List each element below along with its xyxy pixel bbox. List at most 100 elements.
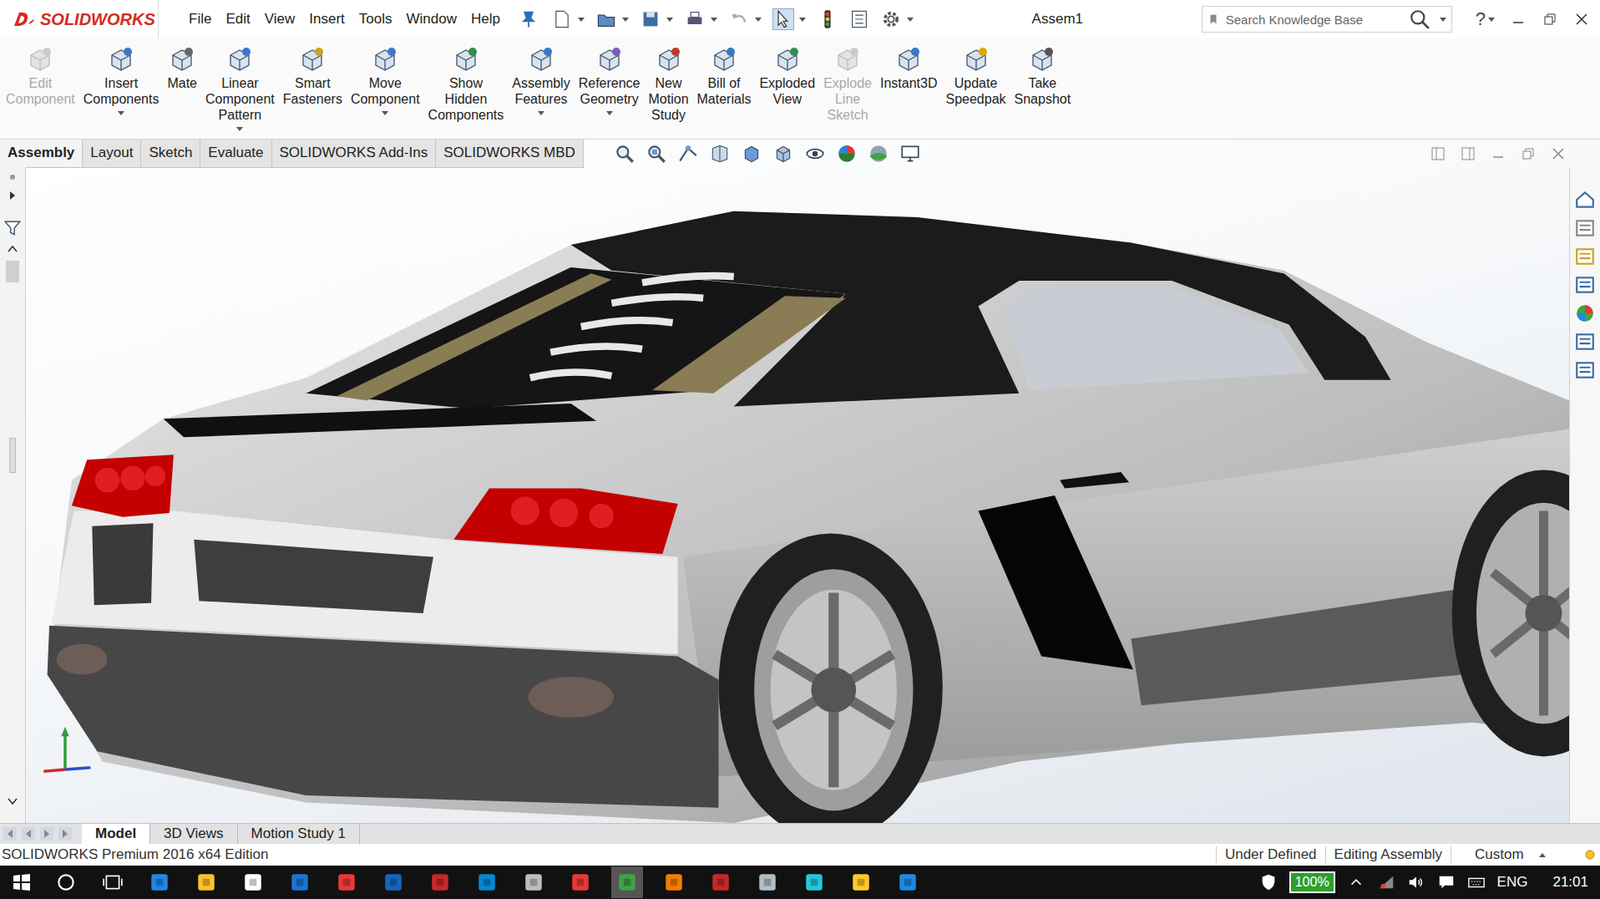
ribbon-button[interactable]: Move Component [346, 45, 425, 116]
command-tab[interactable]: SOLIDWORKS Add-Ins [272, 139, 437, 168]
command-tab[interactable]: Assembly [0, 139, 83, 168]
minimize-document-icon[interactable] [1489, 145, 1507, 163]
restore-icon[interactable] [1541, 10, 1559, 28]
ribbon-button[interactable]: Instant3D [875, 45, 942, 92]
rebuild-status-icon[interactable] [1583, 847, 1597, 861]
taskbar-app-icon[interactable] [148, 870, 171, 893]
options-gear-icon[interactable] [881, 9, 902, 30]
tab-scroll-arrow-icon[interactable] [58, 826, 72, 841]
dropdown-arrow-icon[interactable] [381, 111, 389, 116]
search-box[interactable]: Search Knowledge Base [1201, 5, 1453, 33]
input-language[interactable]: ENG [1497, 873, 1529, 891]
dropdown-arrow-icon[interactable] [236, 126, 244, 132]
scroll-down-icon[interactable] [5, 794, 20, 808]
network-icon[interactable] [1377, 872, 1396, 892]
solidworks-logo[interactable]: SOLIDWORKS [0, 0, 159, 39]
ribbon-button[interactable]: Reference Geometry [574, 45, 645, 116]
model-tab[interactable]: Motion Study 1 [237, 823, 360, 844]
pin-icon[interactable] [518, 9, 539, 30]
taskbar-app-icon[interactable] [429, 870, 451, 893]
view-tool-icon[interactable] [645, 142, 668, 165]
taskbar-app-icon[interactable] [382, 870, 405, 893]
volume-icon[interactable] [1407, 872, 1426, 892]
new-document-icon[interactable] [551, 9, 573, 30]
ribbon-button[interactable]: Update Speedpak [941, 45, 1010, 107]
menu-item[interactable]: View [264, 10, 296, 28]
notifications-icon[interactable] [1437, 872, 1456, 892]
battery-indicator[interactable]: 100% [1289, 870, 1336, 893]
defender-icon[interactable] [1259, 872, 1278, 892]
dropdown-arrow-icon[interactable] [117, 111, 125, 116]
print-icon[interactable] [684, 9, 705, 30]
tile-right-icon[interactable] [1459, 145, 1477, 163]
menu-item[interactable]: File [188, 10, 212, 28]
ribbon-button[interactable]: Exploded View [754, 45, 820, 107]
select-icon[interactable] [773, 9, 794, 30]
taskbar-app-icon[interactable] [335, 870, 358, 893]
task-pane-icon[interactable] [1574, 330, 1596, 353]
ribbon-button[interactable]: Assembly Features [507, 45, 574, 116]
expand-arrow-icon[interactable] [5, 188, 20, 203]
taskbar-app-icon[interactable] [756, 870, 779, 893]
taskbar-app-icon[interactable] [522, 870, 545, 893]
model-view[interactable] [25, 167, 1570, 823]
task-pane-icon[interactable] [1574, 188, 1596, 211]
menu-item[interactable]: Window [405, 10, 456, 28]
ribbon-button[interactable]: Explode Line Sketch [819, 45, 876, 123]
minimize-icon[interactable] [1509, 10, 1527, 28]
taskbar-app-icon[interactable] [288, 870, 311, 893]
tab-scroll-arrow-icon[interactable] [21, 826, 36, 841]
file-properties-icon[interactable] [849, 9, 870, 30]
taskbar-app-icon[interactable] [616, 870, 638, 893]
panel-splitter[interactable] [9, 437, 16, 473]
view-tool-icon[interactable] [708, 142, 731, 165]
ribbon-button[interactable]: Linear Component Pattern [201, 45, 279, 132]
close-document-icon[interactable] [1549, 145, 1567, 163]
menu-item[interactable]: Insert [308, 10, 345, 28]
menu-item[interactable]: Help [470, 10, 501, 28]
close-icon[interactable] [1573, 10, 1590, 28]
taskbar-app-icon[interactable] [709, 870, 732, 893]
view-tool-icon[interactable] [835, 142, 858, 165]
help-button[interactable]: ? [1475, 8, 1486, 31]
view-tool-icon[interactable] [867, 142, 890, 165]
taskbar-app-icon[interactable] [569, 870, 592, 893]
scroll-up-icon[interactable] [5, 242, 20, 256]
taskbar-app-icon[interactable] [850, 870, 872, 893]
menu-item[interactable]: Edit [225, 10, 250, 28]
command-tab[interactable]: SOLIDWORKS MBD [435, 139, 584, 168]
ribbon-button[interactable]: Edit Component [1, 45, 80, 107]
command-tab[interactable]: Evaluate [200, 139, 272, 168]
taskbar-app-icon[interactable] [195, 870, 218, 893]
command-tab[interactable]: Sketch [141, 139, 201, 168]
ribbon-button[interactable]: Bill of Materials [693, 45, 756, 107]
filter-icon[interactable] [3, 218, 22, 238]
save-icon[interactable] [640, 9, 661, 30]
view-tool-icon[interactable] [804, 142, 826, 165]
command-tab[interactable]: Layout [82, 139, 142, 168]
panel-toggle-icon[interactable] [5, 170, 20, 184]
view-tool-icon[interactable] [677, 142, 699, 165]
view-tool-icon[interactable] [740, 142, 763, 165]
taskbar-app-icon[interactable] [803, 870, 826, 893]
task-view-icon[interactable] [101, 870, 124, 893]
model-tab[interactable]: 3D Views [150, 823, 238, 844]
model-tab[interactable]: Model [81, 823, 151, 844]
windows-start-icon[interactable] [11, 871, 32, 892]
ribbon-button[interactable]: Take Snapshot [1010, 45, 1076, 107]
task-pane-icon[interactable] [1574, 302, 1596, 325]
menu-item[interactable]: Tools [359, 10, 393, 28]
ribbon-button[interactable]: Insert Components [79, 45, 164, 116]
taskbar-app-icon[interactable] [896, 870, 919, 893]
taskbar-app-icon[interactable] [242, 870, 264, 893]
units-selector[interactable]: Custom [1450, 845, 1584, 863]
clock[interactable]: 21:01 [1552, 873, 1589, 891]
cortana-search-icon[interactable] [55, 870, 77, 893]
task-pane-icon[interactable] [1574, 273, 1596, 296]
dropdown-arrow-icon[interactable] [606, 111, 613, 116]
scrollbar-thumb[interactable] [5, 260, 20, 283]
open-folder-icon[interactable] [596, 9, 617, 30]
taskbar-app-icon[interactable] [475, 870, 498, 893]
magnifier-icon[interactable] [1408, 8, 1431, 31]
tab-scroll-arrow-icon[interactable] [3, 826, 17, 841]
